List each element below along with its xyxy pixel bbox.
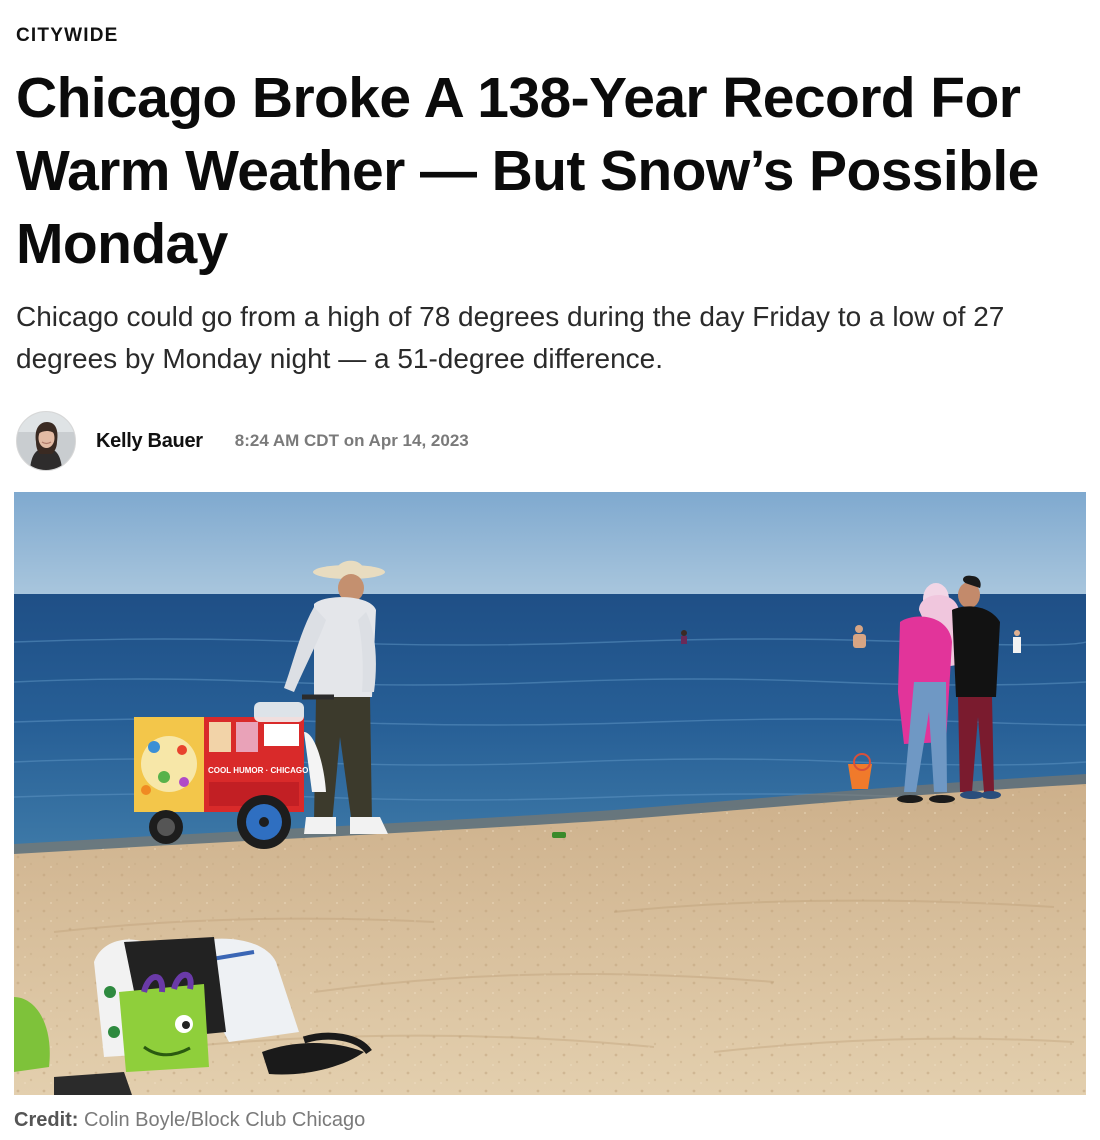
dek-subheadline: Chicago could go from a high of 78 degre… bbox=[16, 301, 1005, 374]
section-label-link[interactable]: CITYWIDE bbox=[16, 25, 119, 47]
beach-scene-illustration: COOL HUMOR · CHICAGO bbox=[14, 492, 1086, 1095]
photo-credit-label: Credit: bbox=[14, 1109, 79, 1131]
byline: Kelly Bauer 8:24 AM CDT on Apr 14, 2023 bbox=[16, 410, 469, 472]
cart-sign-text: COOL HUMOR · CHICAGO bbox=[208, 766, 308, 775]
photo-credit-text: Colin Boyle/Block Club Chicago bbox=[84, 1109, 366, 1131]
author-avatar[interactable] bbox=[16, 411, 76, 471]
publish-timestamp: 8:24 AM CDT on Apr 14, 2023 bbox=[234, 431, 469, 450]
hero-photo: COOL HUMOR · CHICAGO bbox=[14, 492, 1086, 1095]
avatar-portrait-icon bbox=[17, 412, 75, 470]
photo-credit: Credit: Colin Boyle/Block Club Chicago bbox=[14, 1109, 365, 1132]
author-name-link[interactable]: Kelly Bauer bbox=[96, 430, 203, 453]
headline: Chicago Broke A 138-Year Record For Warm… bbox=[16, 66, 1039, 276]
